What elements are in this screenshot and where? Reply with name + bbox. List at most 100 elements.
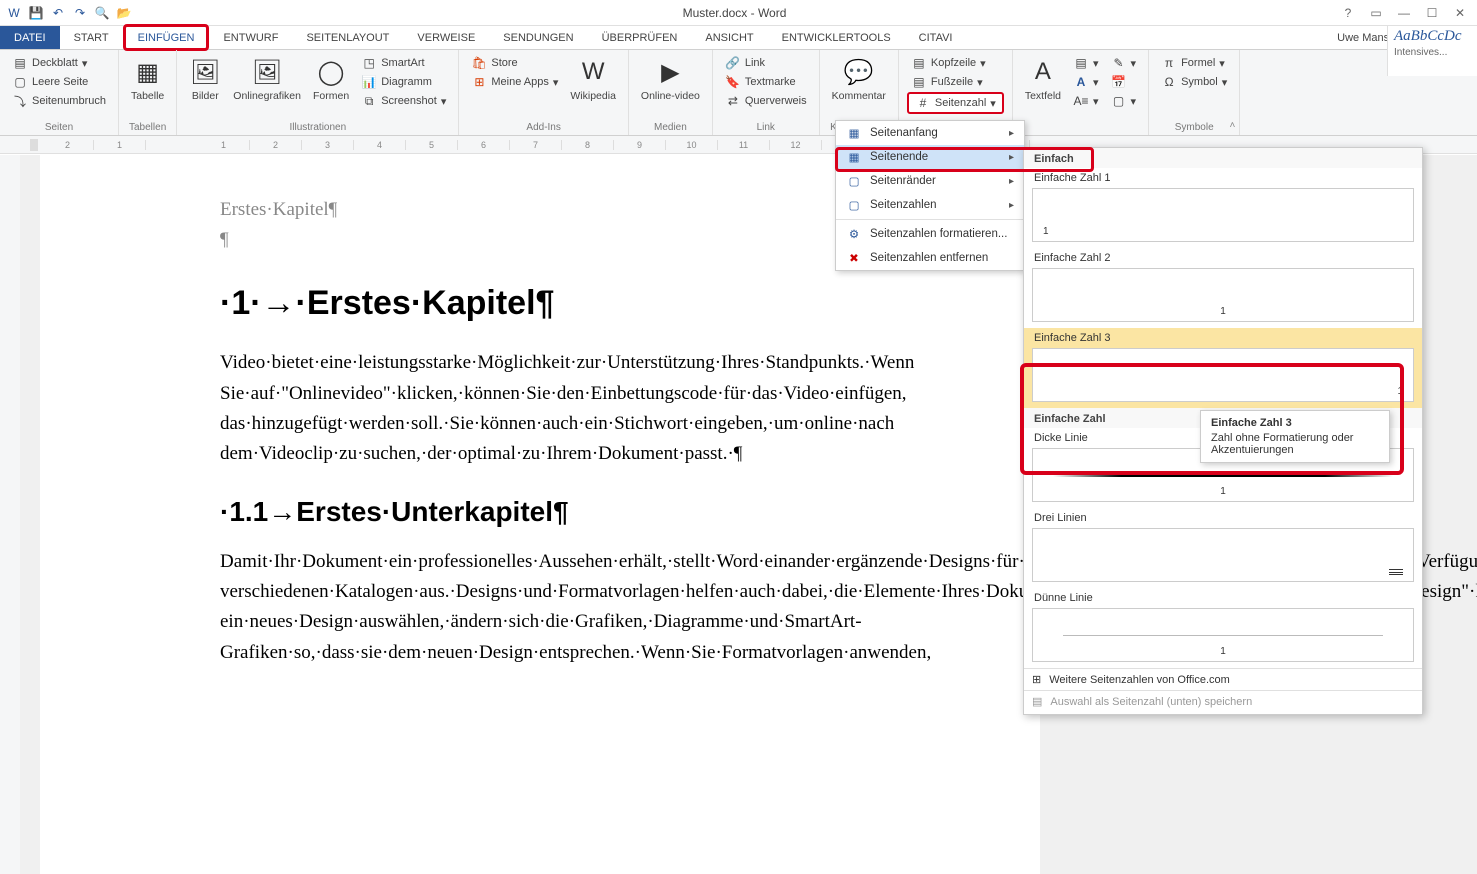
deckblatt-button[interactable]: ▤Deckblatt ▾ — [8, 54, 110, 72]
equation-icon: π — [1161, 55, 1177, 71]
ribbon-options-icon[interactable]: ▭ — [1367, 6, 1385, 20]
tooltip-body: Zahl ohne Formatierung oder Akzentuierun… — [1211, 432, 1379, 456]
preview-left-number: 1 — [1032, 188, 1414, 242]
onlinevideo-button[interactable]: ▶Online-video — [637, 54, 704, 104]
diagramm-button[interactable]: 📊Diagramm — [357, 73, 450, 91]
blank-page-icon: ▢ — [12, 74, 28, 90]
object-button[interactable]: ▢▾ — [1107, 92, 1141, 110]
gallery-header-einfach: Einfach — [1024, 148, 1422, 168]
gallery-more-office[interactable]: ⊞Weitere Seitenzahlen von Office.com — [1024, 668, 1422, 690]
gallery-item-einfache-zahl-3[interactable]: Einfache Zahl 3 1 — [1024, 328, 1422, 408]
gallery-item-einfache-zahl-1[interactable]: Einfache Zahl 1 1 — [1024, 168, 1422, 248]
menu-remove-page-numbers[interactable]: ✖Seitenzahlen entfernen — [836, 246, 1024, 270]
tab-start[interactable]: START — [60, 26, 123, 49]
collapse-ribbon-icon[interactable]: ˄ — [1229, 120, 1235, 131]
dropcap-button[interactable]: A≡▾ — [1069, 92, 1103, 110]
smartart-icon: ◳ — [361, 55, 377, 71]
quick-access-toolbar: W 💾 ↶ ↷ 🔍 📂 — [0, 5, 138, 21]
quickparts-button[interactable]: ▤▾ — [1069, 54, 1103, 72]
datetime-button[interactable]: 📅 — [1107, 73, 1141, 91]
tab-ansicht[interactable]: ANSICHT — [691, 26, 767, 49]
bottom-of-page-icon: ▦ — [846, 150, 862, 164]
signature-button[interactable]: ✎▾ — [1107, 54, 1141, 72]
menu-seitenzahlen[interactable]: ▢Seitenzahlen — [836, 193, 1024, 217]
maximize-icon[interactable]: ☐ — [1423, 6, 1441, 20]
smartart-button[interactable]: ◳SmartArt — [357, 54, 450, 72]
wikipedia-icon: W — [577, 56, 609, 88]
dropcap-icon: A≡ — [1073, 93, 1089, 109]
gallery-item-einfache-zahl-2[interactable]: Einfache Zahl 2 1 — [1024, 248, 1422, 328]
menu-format-page-numbers[interactable]: ⚙Seitenzahlen formatieren... — [836, 222, 1024, 246]
cover-page-icon: ▤ — [12, 55, 28, 71]
remove-numbers-icon: ✖ — [846, 251, 862, 265]
seitenumbruch-button[interactable]: ⤵Seitenumbruch — [8, 92, 110, 110]
vertical-ruler[interactable] — [0, 155, 20, 874]
onlinegrafiken-button[interactable]: 🖼Onlinegrafiken — [229, 54, 305, 104]
help-icon[interactable]: ? — [1339, 6, 1357, 20]
wordart-button[interactable]: A▾ — [1069, 73, 1103, 91]
group-seiten: ▤Deckblatt ▾ ▢Leere Seite ⤵Seitenumbruch… — [0, 50, 119, 135]
tab-sendungen[interactable]: SENDUNGEN — [489, 26, 587, 49]
symbol-button[interactable]: ΩSymbol ▾ — [1157, 73, 1231, 91]
video-icon: ▶ — [654, 56, 686, 88]
store-button[interactable]: 🛍Store — [467, 54, 562, 72]
styles-pane-preview[interactable]: AaBbCcDc Intensives... — [1387, 26, 1477, 76]
wikipedia-button[interactable]: WWikipedia — [566, 54, 620, 104]
tab-datei[interactable]: DATEI — [0, 26, 60, 49]
kopfzeile-button[interactable]: ▤Kopfzeile ▾ — [907, 54, 1004, 72]
navigation-crumb: Erstes·Kapitel¶ — [220, 195, 860, 225]
group-tabellen: ▦Tabelle Tabellen — [119, 50, 177, 135]
tooltip-title: Einfache Zahl 3 — [1211, 417, 1379, 429]
bilder-button[interactable]: 🖼Bilder — [185, 54, 225, 104]
minimize-icon[interactable]: — — [1395, 6, 1413, 20]
heading-1: ·1·→·Erstes·Kapitel¶ — [220, 276, 860, 330]
menu-seitenanfang[interactable]: ▦Seitenanfang — [836, 121, 1024, 145]
leere-seite-button[interactable]: ▢Leere Seite — [8, 73, 110, 91]
textbox-icon: A — [1027, 56, 1059, 88]
tab-seitenlayout[interactable]: SEITENLAYOUT — [292, 26, 403, 49]
tabelle-button[interactable]: ▦Tabelle — [127, 54, 168, 104]
preview-thin-line: 1 — [1032, 608, 1414, 662]
formen-button[interactable]: ◯Formen — [309, 54, 353, 104]
textmarke-button[interactable]: 🔖Textmarke — [721, 73, 811, 91]
ribbon-tabs: DATEI START EINFÜGEN ENTWURF SEITENLAYOU… — [0, 26, 1477, 50]
tab-entwicklertools[interactable]: ENTWICKLERTOOLS — [768, 26, 905, 49]
tab-ueberpruefen[interactable]: ÜBERPRÜFEN — [588, 26, 692, 49]
close-icon[interactable]: ✕ — [1451, 6, 1469, 20]
signature-icon: ✎ — [1111, 55, 1127, 71]
menu-seitenende[interactable]: ▦Seitenende — [836, 145, 1024, 169]
datetime-icon: 📅 — [1111, 74, 1127, 90]
tab-einfuegen[interactable]: EINFÜGEN — [123, 24, 210, 51]
undo-icon[interactable]: ↶ — [50, 5, 66, 21]
link-button[interactable]: 🔗Link — [721, 54, 811, 72]
gallery-item-duenne-linie[interactable]: Dünne Linie 1 — [1024, 588, 1422, 668]
tooltip-einfache-zahl-3: Einfache Zahl 3 Zahl ohne Formatierung o… — [1200, 410, 1390, 463]
formel-button[interactable]: πFormel ▾ — [1157, 54, 1231, 72]
open-icon[interactable]: 📂 — [116, 5, 132, 21]
preview-icon[interactable]: 🔍 — [94, 5, 110, 21]
tab-entwurf[interactable]: ENTWURF — [209, 26, 292, 49]
wordart-icon: A — [1073, 74, 1089, 90]
tab-verweise[interactable]: VERWEISE — [403, 26, 489, 49]
screenshot-button[interactable]: ⧉Screenshot ▾ — [357, 92, 450, 110]
fusszeile-button[interactable]: ▤Fußzeile ▾ — [907, 73, 1004, 91]
kommentar-button[interactable]: 💬Kommentar — [828, 54, 890, 104]
quickparts-icon: ▤ — [1073, 55, 1089, 71]
chart-icon: 📊 — [361, 74, 377, 90]
textfeld-button[interactable]: ATextfeld — [1021, 54, 1065, 104]
menu-seitenraender[interactable]: ▢Seitenränder — [836, 169, 1024, 193]
word-icon: W — [6, 5, 22, 21]
gallery-item-drei-linien[interactable]: Drei Linien — [1024, 508, 1422, 588]
seitenzahl-button[interactable]: #Seitenzahl ▾ — [907, 92, 1004, 114]
tab-citavi[interactable]: CITAVI — [905, 26, 967, 49]
page-break-icon: ⤵ — [12, 93, 28, 109]
redo-icon[interactable]: ↷ — [72, 5, 88, 21]
meine-apps-button[interactable]: ⊞Meine Apps ▾ — [467, 73, 562, 91]
apps-icon: ⊞ — [471, 74, 487, 90]
group-text: ATextfeld ▤▾ A▾ A≡▾ ✎▾ 📅 ▢▾ — [1013, 50, 1149, 135]
comment-icon: 💬 — [843, 56, 875, 88]
style-sample: AaBbCcDc — [1388, 26, 1477, 47]
crossref-icon: ⇄ — [725, 93, 741, 109]
save-icon[interactable]: 💾 — [28, 5, 44, 21]
querverweis-button[interactable]: ⇄Querverweis — [721, 92, 811, 110]
